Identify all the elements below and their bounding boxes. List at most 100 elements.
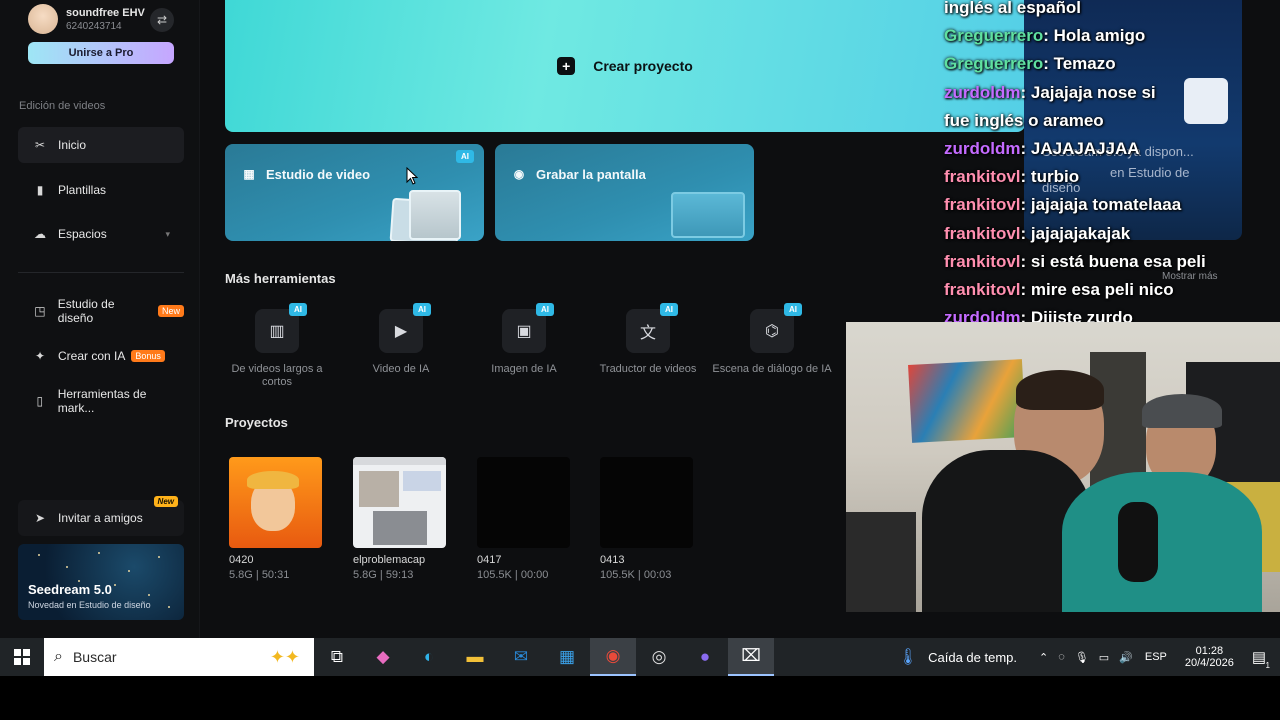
project-name: 0417 — [477, 554, 502, 566]
sidebar-item-inicio[interactable]: ✂ Inicio — [18, 127, 184, 163]
taskbar-search[interactable]: ⌕ Buscar ✦✦ — [44, 638, 314, 676]
tool-long-to-short[interactable]: ▥ AI De videos largos a cortos — [217, 303, 337, 389]
card-thumbnail — [409, 190, 461, 240]
project-name: 0420 — [229, 554, 254, 566]
sidebar-item-label: Plantillas — [58, 183, 107, 197]
chevron-up-icon[interactable]: ⌃ — [1039, 651, 1048, 664]
join-pro-button[interactable]: Unirse a Pro — [28, 42, 174, 64]
sidebar-item-espacios[interactable]: ☁ Espacios ▾ — [18, 216, 184, 252]
system-tray: 🌡 Caída de temp. ⌃ ◌ 🎙 ▭ 🔊 ESP 01:28 20/… — [898, 638, 1280, 676]
obs-icon[interactable]: ◎ — [636, 638, 682, 676]
tool-video-ia[interactable]: ▶ AI Video de IA — [341, 303, 461, 376]
create-project-label: Crear proyecto — [593, 58, 693, 74]
network-icon[interactable]: ▭ — [1099, 651, 1109, 664]
promo-banner[interactable]: Seedream 5.0 Novedad en Estudio de diseñ… — [18, 544, 184, 620]
volume-icon[interactable]: 🔊 — [1119, 651, 1133, 664]
project-card[interactable]: 0417 105.5K | 00:00 — [477, 457, 570, 581]
switch-account-icon[interactable]: ⇄ — [150, 8, 174, 32]
profile[interactable]: soundfree EHV 6240243714 — [28, 4, 145, 34]
promo-title: Seedream 5.0 — [28, 582, 112, 597]
chevron-down-icon[interactable]: ▾ — [165, 229, 170, 240]
outlook-icon[interactable]: ✉ — [498, 638, 544, 676]
chat-username: frankitovl — [944, 280, 1021, 300]
ai-badge: AI — [536, 303, 554, 316]
projects-heading: Proyectos — [225, 415, 288, 430]
record-icon: ◉ — [513, 167, 525, 181]
search-icon: ⌕ — [54, 648, 63, 665]
capcut-icon[interactable]: ⌧ — [728, 638, 774, 676]
copilot-icon[interactable]: ◆ — [360, 638, 406, 676]
invite-friends-button[interactable]: ➤ Invitar a amigos New — [18, 496, 184, 536]
clock[interactable]: 01:28 20/4/2026 — [1185, 645, 1234, 669]
chat-app-icon[interactable]: ● — [682, 638, 728, 676]
sidebar-item-label: Herramientas de mark... — [57, 387, 147, 415]
send-icon: ➤ — [34, 511, 46, 525]
sidebar: soundfree EHV 6240243714 ⇄ Unirse a Pro … — [0, 0, 200, 638]
ai-badge: AI — [289, 303, 307, 316]
project-meta: 5.8G | 50:31 — [229, 569, 290, 581]
store-icon[interactable]: ▦ — [544, 638, 590, 676]
webcam-feed — [846, 322, 1280, 612]
scissors-icon: ✂ — [34, 138, 46, 152]
sidebar-item-crear-ia[interactable]: ✦ Crear con IA Bonus — [18, 338, 184, 374]
chat-text: si está buena esa peli — [1030, 251, 1206, 271]
chrome-icon[interactable]: ◉ — [590, 638, 636, 676]
language-indicator[interactable]: ESP — [1145, 651, 1167, 663]
project-card[interactable]: elproblemacap 5.8G | 59:13 — [353, 457, 446, 581]
chat-message: Greguerrero: Temazo — [944, 54, 1116, 74]
tool-label: De videos largos a cortos — [231, 363, 323, 388]
project-thumbnail — [353, 457, 446, 548]
tool-label: Traductor de videos — [599, 363, 697, 375]
chat-message: fue inglés o arameo — [944, 107, 1280, 135]
sidebar-item-label: Inicio — [58, 138, 87, 152]
avatar[interactable] — [28, 4, 58, 34]
windows-taskbar: ⌕ Buscar ✦✦ ⧉ ◆ ◐ ▬ ✉ ▦ ◉ ◎ ● ⌧ 🌡 Caída … — [0, 638, 1280, 676]
task-view-icon[interactable]: ⧉ — [314, 638, 360, 676]
ai-badge: AI — [660, 303, 678, 316]
ai-badge: AI — [456, 150, 474, 163]
chat-message: frankitovl: turbio — [944, 167, 1080, 187]
chat-text: jajajaja tomatelaaa — [1030, 195, 1182, 215]
project-meta: 105.5K | 00:00 — [477, 569, 549, 581]
section-label: Edición de videos — [19, 100, 106, 112]
sidebar-item-marketing[interactable]: ▯ Herramientas de mark... — [18, 383, 184, 419]
project-card[interactable]: 0420 5.8G | 50:31 — [229, 457, 322, 581]
meet-icon[interactable]: ◌ — [1058, 651, 1065, 663]
microphone-icon[interactable]: 🎙 — [1075, 651, 1089, 664]
invite-label: Invitar a amigos — [58, 511, 143, 525]
stream-chat-overlay: inglés al español Greguerrero: Hola amigo… — [944, 0, 1280, 332]
ai-badge: AI — [784, 303, 802, 316]
screen-record-card[interactable]: ◉ Grabar la pantalla — [495, 144, 754, 241]
chat-text: JAJAJAJJAA — [1030, 139, 1140, 159]
file-explorer-icon[interactable]: ▬ — [452, 638, 498, 676]
plus-icon: + — [557, 57, 576, 75]
edge-icon[interactable]: ◐ — [406, 638, 452, 676]
chat-message: frankitovl: jajajaja tomatelaaa — [944, 195, 1182, 215]
tool-label: Video de IA — [372, 363, 430, 375]
chat-text: fue inglés o arameo — [944, 110, 1104, 130]
project-card[interactable]: 0413 105.5K | 00:03 — [600, 457, 693, 581]
chat-text: inglés al español — [944, 0, 1081, 17]
video-ai-icon: ▶ — [394, 323, 408, 340]
mouse-cursor-icon — [406, 167, 418, 185]
sidebar-item-estudio-diseno[interactable]: ◳ Estudio de diseño New — [18, 293, 184, 329]
chat-message: frankitovl: si está buena esa peli — [944, 251, 1206, 271]
chat-text: jajajajakajak — [1030, 223, 1131, 243]
marketing-icon: ▯ — [36, 394, 44, 408]
thermometer-icon[interactable]: 🌡 — [898, 647, 918, 667]
tool-image-ia[interactable]: ▣ AI Imagen de IA — [464, 303, 584, 376]
notification-icon[interactable]: ▤ 1 — [1252, 648, 1270, 670]
windows-start-icon[interactable] — [0, 638, 44, 676]
sidebar-item-plantillas[interactable]: ▮ Plantillas — [18, 172, 184, 208]
tool-dialog-scene[interactable]: ⌬ AI Escena de diálogo de IA — [712, 303, 832, 376]
video-studio-card[interactable]: ▦ Estudio de video AI — [225, 144, 484, 241]
letterbox-bar — [0, 676, 1280, 720]
card-label: Estudio de video — [266, 166, 371, 182]
create-project-banner[interactable]: + Crear proyecto — [225, 0, 1025, 132]
image-ai-icon: ▣ — [516, 323, 532, 340]
capcut-app: soundfree EHV 6240243714 ⇄ Unirse a Pro … — [0, 0, 1280, 638]
tool-translator[interactable]: 文 AI Traductor de videos — [588, 303, 708, 376]
ai-badge: AI — [413, 303, 431, 316]
weather-text[interactable]: Caída de temp. — [928, 650, 1017, 665]
chat-username: frankitovl — [944, 251, 1021, 271]
